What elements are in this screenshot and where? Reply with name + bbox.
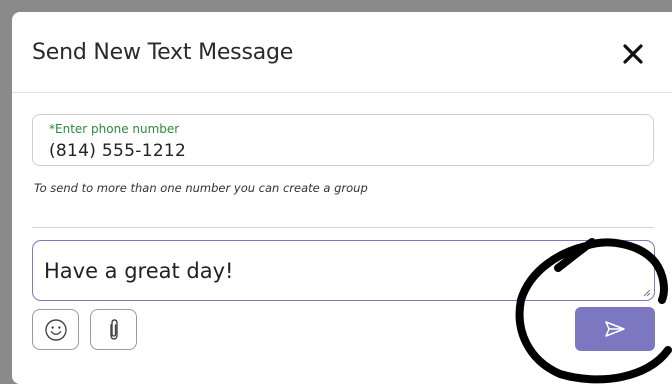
send-button[interactable]	[575, 307, 655, 351]
divider	[32, 227, 654, 228]
phone-number-label: *Enter phone number	[49, 122, 180, 136]
send-icon	[605, 321, 625, 337]
paperclip-icon	[109, 318, 118, 340]
phone-number-field[interactable]: *Enter phone number (814) 555-1212	[32, 114, 654, 166]
phone-number-value[interactable]: (814) 555-1212	[49, 141, 186, 161]
close-button[interactable]	[619, 40, 647, 68]
message-textarea[interactable]: Have a great day!	[32, 240, 655, 301]
emoji-button[interactable]	[32, 309, 79, 350]
group-helper-text: To send to more than one number you can …	[34, 181, 368, 195]
attach-button[interactable]	[90, 309, 137, 350]
resize-grip-icon[interactable]	[642, 288, 651, 297]
modal-title: Send New Text Message	[32, 40, 294, 65]
send-text-modal: Send New Text Message *Enter phone numbe…	[12, 12, 672, 384]
modal-header: Send New Text Message	[12, 12, 672, 93]
emoji-icon	[44, 318, 67, 341]
message-text[interactable]: Have a great day!	[44, 259, 233, 283]
close-icon	[623, 44, 643, 64]
